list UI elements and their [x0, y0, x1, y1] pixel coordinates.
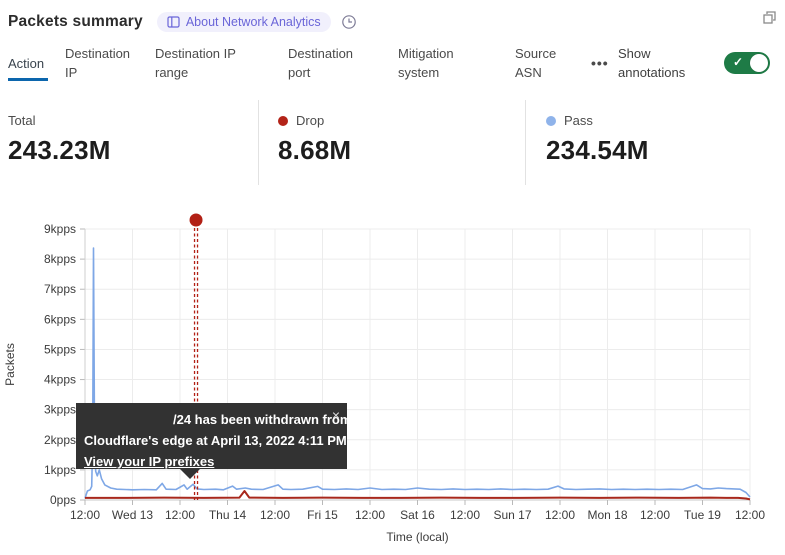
about-badge-label: About Network Analytics — [186, 15, 321, 29]
y-tick-label: 2kpps — [44, 433, 76, 447]
x-tick-label: 12:00 — [355, 508, 385, 522]
card-header: Packets summary About Network Analytics — [8, 8, 777, 36]
drop-legend-dot — [278, 116, 288, 126]
packets-chart[interactable]: 0pps 1kpps 2kpps 3kpps 4kpps 5kpps 6kpps 7kpps 8… — [0, 205, 785, 555]
close-icon[interactable]: × — [332, 405, 340, 426]
total-value: 243.23M — [8, 135, 258, 166]
y-tick-label: 7kpps — [44, 282, 76, 296]
tab-destination-ip[interactable]: Destination IP — [65, 45, 145, 81]
annotation-tooltip: × /24 has been withdrawn from Cloudflare… — [76, 403, 347, 469]
tooltip-line2: Cloudflare's edge at April 13, 2022 4:11… — [84, 430, 339, 451]
y-tick-label: 6kpps — [44, 312, 76, 326]
x-tick-label: Thu 14 — [209, 508, 247, 522]
pass-legend-dot — [546, 116, 556, 126]
page-title: Packets summary — [8, 13, 143, 31]
x-tick-label: Sat 16 — [400, 508, 435, 522]
book-icon — [167, 16, 180, 28]
tab-action[interactable]: Action — [8, 45, 48, 81]
stat-pass: Pass 234.54M — [525, 100, 785, 185]
more-tabs-button[interactable]: ••• — [591, 45, 609, 81]
y-tick-label: 1kpps — [44, 463, 76, 477]
x-tick-label: 12:00 — [640, 508, 670, 522]
tooltip-line1: /24 has been withdrawn from — [84, 409, 339, 430]
tab-source-asn[interactable]: Source ASN — [515, 45, 575, 81]
check-icon: ✓ — [733, 55, 743, 69]
x-tick-label: 12:00 — [260, 508, 290, 522]
show-annotations-label: Show annotations — [618, 45, 710, 81]
y-tick-label: 9kpps — [44, 222, 76, 236]
show-annotations-toggle[interactable]: ✓ — [724, 52, 770, 74]
x-tick-label: Sun 17 — [493, 508, 531, 522]
x-tick-label: Mon 18 — [587, 508, 627, 522]
drop-label: Drop — [296, 113, 324, 128]
summary-stats: Total 243.23M Drop 8.68M Pass 234.54M — [0, 100, 785, 185]
tab-destination-port[interactable]: Destination port — [288, 45, 373, 81]
dimension-tabs: Action Destination IP Destination IP ran… — [0, 45, 785, 81]
stat-total: Total 243.23M — [0, 100, 258, 185]
x-tick-label: 12:00 — [165, 508, 195, 522]
x-tick-label: 12:00 — [735, 508, 765, 522]
y-tick-label: 5kpps — [44, 342, 76, 356]
y-tick-label: 8kpps — [44, 252, 76, 266]
y-tick-label: 3kpps — [44, 403, 76, 417]
x-tick-label: 12:00 — [70, 508, 100, 522]
pass-value: 234.54M — [546, 135, 785, 166]
stat-drop: Drop 8.68M — [258, 100, 525, 185]
x-tick-label: 12:00 — [545, 508, 575, 522]
tooltip-arrow — [180, 469, 200, 479]
x-tick-label: 12:00 — [450, 508, 480, 522]
pass-label: Pass — [564, 113, 593, 128]
x-tick-label: Tue 19 — [684, 508, 721, 522]
x-tick-label: Fri 15 — [307, 508, 338, 522]
expand-window-icon[interactable] — [762, 10, 777, 30]
drop-value: 8.68M — [278, 135, 525, 166]
x-axis-title: Time (local) — [386, 530, 448, 544]
y-axis-title: Packets — [3, 343, 17, 386]
annotation-dot[interactable] — [190, 214, 203, 227]
tab-mitigation-system[interactable]: Mitigation system — [398, 45, 478, 81]
data-freshness-clock-icon[interactable] — [341, 14, 357, 30]
tab-destination-ip-range[interactable]: Destination IP range — [155, 45, 255, 81]
x-tick-label: Wed 13 — [112, 508, 153, 522]
about-network-analytics-badge[interactable]: About Network Analytics — [157, 12, 331, 32]
y-tick-label: 0pps — [50, 493, 76, 507]
total-label: Total — [8, 113, 35, 128]
y-tick-label: 4kpps — [44, 373, 76, 387]
toggle-knob — [750, 54, 768, 72]
